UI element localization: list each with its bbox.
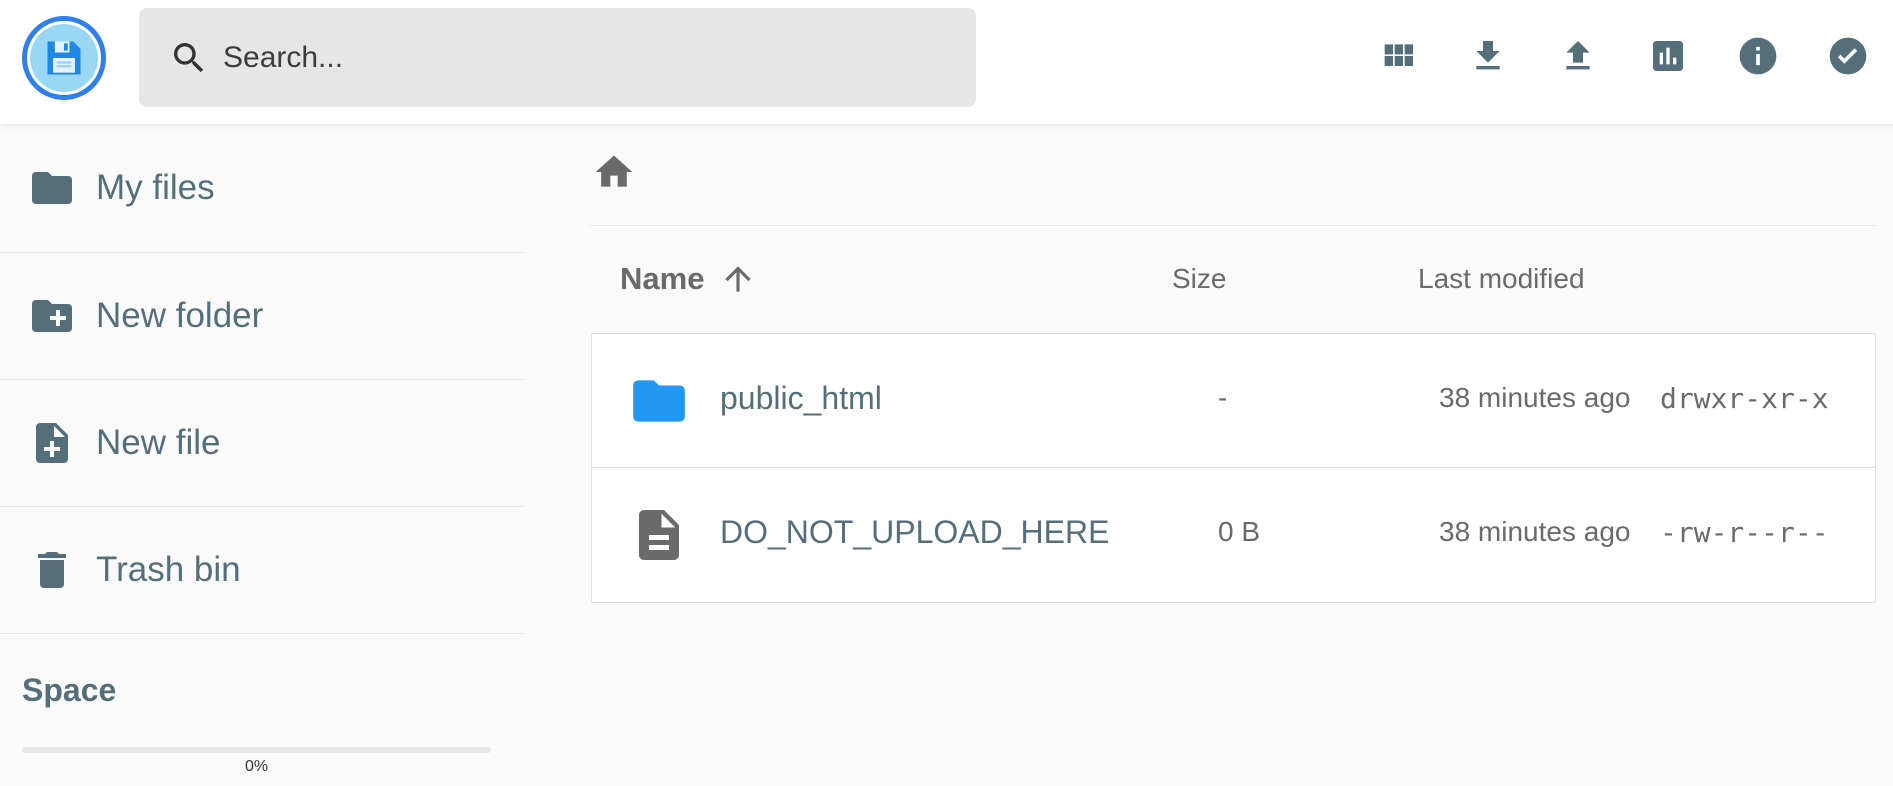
space-progress-bar [22,747,491,753]
stats-icon [1648,36,1688,81]
home-icon[interactable] [592,150,636,194]
sidebar: My files New folder New file Trash bin S… [0,124,524,786]
check-circle-icon [1826,34,1870,83]
header-actions [1353,26,1893,90]
column-header-name-label: Name [620,261,705,296]
select-button[interactable] [1803,26,1893,90]
stats-button[interactable] [1623,26,1713,90]
sidebar-item-label: New folder [96,296,264,335]
file-size: - [1218,382,1228,413]
column-header-modified[interactable]: Last modified [1418,254,1585,304]
folder-icon [26,162,78,214]
file-size: 0 B [1218,516,1261,547]
arrow-up-icon [718,259,758,299]
search-icon [167,36,211,80]
floppy-disk-logo-icon [30,24,98,92]
file-icon [628,504,690,566]
file-list: public_html - 38 minutes ago drwxr-xr-x … [591,333,1876,603]
breadcrumb [590,148,1876,226]
column-header-size[interactable]: Size [1172,254,1226,304]
sidebar-item-new-file[interactable]: New file [0,380,524,507]
folder-icon [628,370,690,432]
file-permissions: drwxr-xr-x [1660,382,1829,415]
list-item[interactable]: public_html - 38 minutes ago drwxr-xr-x [592,334,1875,468]
grid-view-button[interactable] [1353,26,1443,90]
app-logo[interactable] [22,16,106,100]
file-name: DO_NOT_UPLOAD_HERE [720,514,1110,550]
folder-plus-icon [26,290,78,342]
download-button[interactable] [1443,26,1533,90]
upload-button[interactable] [1533,26,1623,90]
space-percent: 0% [244,758,269,775]
file-modified: 38 minutes ago [1439,516,1631,547]
download-icon [1468,36,1508,81]
sidebar-item-trash-bin[interactable]: Trash bin [0,507,524,634]
sidebar-item-my-files[interactable]: My files [0,124,524,253]
list-item[interactable]: DO_NOT_UPLOAD_HERE 0 B 38 minutes ago -r… [592,468,1875,602]
info-icon [1736,34,1780,83]
file-modified: 38 minutes ago [1439,382,1631,413]
space-title: Space [22,672,117,708]
sidebar-item-label: Trash bin [96,550,241,589]
sidebar-item-label: New file [96,423,221,462]
file-name: public_html [720,380,882,416]
upload-icon [1558,36,1598,81]
search-input[interactable] [223,40,923,75]
file-permissions: -rw-r--r-- [1660,516,1829,549]
search-bar[interactable] [139,8,976,107]
column-header-name[interactable]: Name [620,254,758,304]
info-button[interactable] [1713,26,1803,90]
grid-view-icon [1378,36,1418,81]
trash-icon [26,544,78,596]
sidebar-item-label: My files [96,168,215,207]
top-bar [0,0,1893,124]
file-plus-icon [26,417,78,469]
sidebar-item-new-folder[interactable]: New folder [0,253,524,380]
